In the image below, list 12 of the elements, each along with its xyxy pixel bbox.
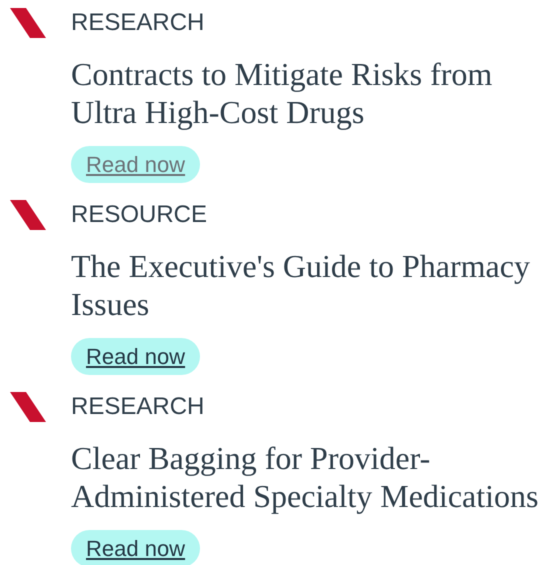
article-title: The Executive's Guide to Pharmacy Issues <box>71 247 531 323</box>
article-title: Contracts to Mitigate Risks from Ultra High-Cost Drugs <box>71 55 494 131</box>
read-now-link[interactable]: Read now <box>71 146 200 183</box>
slash-icon <box>10 392 46 422</box>
category-label: RESOURCE <box>71 200 208 230</box>
slash-icon <box>10 8 46 38</box>
article-title: Clear Bagging for Provider-Administered Specialty Medications <box>71 439 540 515</box>
slash-icon <box>10 200 46 230</box>
read-now-link[interactable]: Read now <box>71 338 200 375</box>
read-now-link[interactable]: Read now <box>71 530 200 565</box>
category-label: RESEARCH <box>71 392 206 422</box>
category-label: RESEARCH <box>71 8 206 38</box>
